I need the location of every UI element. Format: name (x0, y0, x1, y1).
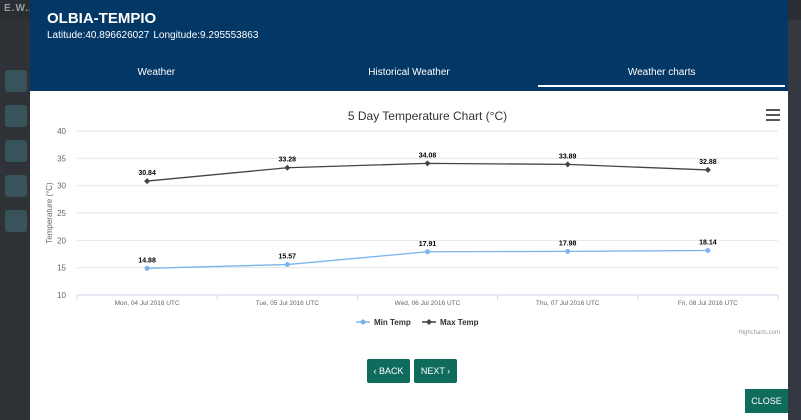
y-axis-title: Temperature (°C) (45, 182, 54, 244)
data-point-min (425, 249, 430, 255)
chart-svg: 5 Day Temperature Chart (°C) 10 15 20 25 30 35… (45, 109, 780, 336)
highcharts-credit: Highcharts.com (738, 330, 780, 336)
temperature-chart: 5 Day Temperature Chart (°C) 10 15 20 25 30 35… (30, 91, 788, 351)
data-label: 33.89 (559, 153, 577, 160)
back-button[interactable]: ‹ BACK (367, 359, 410, 383)
background-tile (5, 140, 27, 162)
x-tick-label: Thu, 07 Jul 2016 UTC (536, 300, 600, 307)
modal-header: OLBIA-TEMPIO Latitude:40.896626027 Longit… (30, 0, 788, 91)
y-tick-label: 40 (57, 127, 66, 136)
data-point-min (565, 248, 571, 254)
chart-menu-icon[interactable] (766, 109, 780, 121)
data-label: 15.57 (279, 254, 297, 261)
longitude-text: Longitude:9.295553863 (153, 30, 259, 41)
x-tick-label: Mon, 04 Jul 2016 UTC (115, 300, 180, 307)
x-tick-label: Tue, 05 Jul 2016 UTC (256, 300, 320, 307)
next-button[interactable]: NEXT › (414, 359, 457, 383)
background-tile (5, 175, 27, 197)
data-point-max (284, 164, 291, 171)
data-point-max (564, 161, 571, 168)
y-tick-label: 15 (57, 264, 66, 273)
latitude-text: Latitude:40.896626027 (47, 30, 150, 41)
x-tick-label: Wed, 06 Jul 2016 UTC (395, 300, 461, 307)
data-label: 32.88 (699, 159, 717, 166)
close-button[interactable]: CLOSE (745, 389, 788, 413)
background-sidebar (0, 20, 30, 420)
legend-label: Max Temp (440, 318, 479, 327)
data-point-min (144, 265, 150, 271)
data-label: 34.08 (419, 152, 437, 159)
y-tick-label: 10 (57, 291, 66, 300)
data-point-max (144, 178, 151, 185)
chart-title: 5 Day Temperature Chart (°C) (348, 109, 507, 123)
data-label: 30.84 (138, 170, 156, 177)
tab-historical-weather[interactable]: Historical Weather (283, 60, 536, 91)
y-tick-label: 20 (57, 236, 66, 245)
data-label: 17.91 (419, 241, 437, 248)
data-point-max (704, 166, 711, 173)
tab-bar: Weather Historical Weather Weather chart… (30, 60, 788, 91)
data-label: 17.98 (559, 240, 577, 247)
tab-weather[interactable]: Weather (30, 60, 283, 91)
legend-marker (426, 319, 432, 325)
data-label: 14.88 (138, 257, 156, 264)
data-point-max (424, 160, 431, 167)
legend-label: Min Temp (374, 318, 411, 327)
y-tick-label: 35 (57, 154, 66, 163)
data-label: 33.28 (279, 157, 297, 164)
city-title: OLBIA-TEMPIO (47, 10, 157, 27)
data-point-min (705, 248, 711, 254)
x-tick-label: Fri, 08 Jul 2016 UTC (678, 300, 738, 307)
data-label: 18.14 (699, 240, 717, 247)
weather-modal: OLBIA-TEMPIO Latitude:40.896626027 Longit… (30, 0, 788, 420)
data-point-min (284, 262, 290, 268)
background-tile (5, 105, 27, 127)
y-tick-label: 25 (57, 209, 66, 218)
tab-weather-charts[interactable]: Weather charts (535, 60, 788, 91)
background-tile (5, 70, 27, 92)
y-tick-label: 30 (57, 182, 66, 191)
background-tile (5, 210, 27, 232)
background-right-panel (788, 20, 801, 420)
legend-marker (360, 319, 366, 325)
coordinates: Latitude:40.896626027 Longitude:9.2955538… (47, 30, 262, 41)
